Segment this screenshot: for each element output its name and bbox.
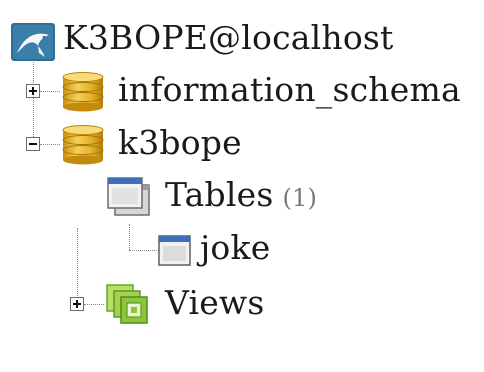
- collapse-toggle-k3bope[interactable]: [26, 137, 40, 151]
- tree-item-connection[interactable]: K3BOPE@localhost: [0, 14, 484, 66]
- database-icon: [61, 125, 105, 165]
- tree-item-tables[interactable]: Tables (1): [0, 171, 484, 223]
- database-label-k3bope: k3bope: [118, 123, 242, 162]
- database-label-information-schema: information_schema: [118, 70, 461, 109]
- connection-label: K3BOPE@localhost: [63, 18, 394, 57]
- expand-toggle-information-schema[interactable]: [26, 84, 40, 98]
- table-icon: [158, 235, 192, 267]
- tables-count: (1): [282, 184, 318, 212]
- table-label-joke: joke: [200, 228, 271, 267]
- tree-item-views[interactable]: Views: [0, 279, 484, 331]
- schema-tree: K3BOPE@localhost information_schema k3bo…: [0, 0, 484, 372]
- views-label: Views: [165, 283, 265, 322]
- tree-item-table-joke[interactable]: joke: [0, 224, 484, 276]
- database-icon: [61, 72, 105, 112]
- tree-item-k3bope[interactable]: k3bope: [0, 119, 484, 171]
- expand-toggle-views[interactable]: [70, 297, 84, 311]
- tables-folder-icon: [105, 175, 153, 219]
- tables-label-text: Tables: [165, 175, 274, 214]
- tables-label: Tables (1): [165, 175, 317, 218]
- mysql-dolphin-icon: [11, 23, 55, 61]
- tree-item-information-schema[interactable]: information_schema: [0, 66, 484, 118]
- views-folder-icon: [104, 282, 152, 326]
